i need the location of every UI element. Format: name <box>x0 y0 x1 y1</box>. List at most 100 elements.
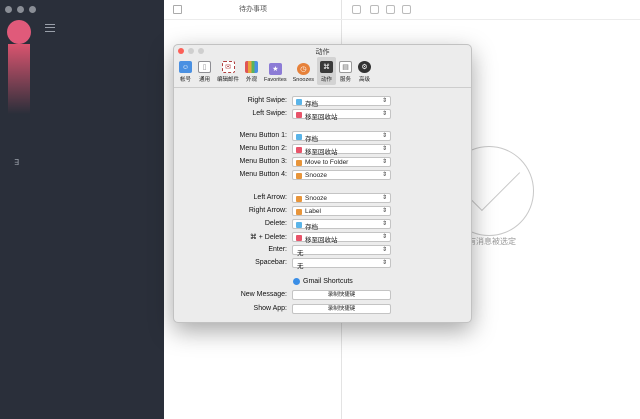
row-label: Right Arrow: <box>248 207 287 214</box>
record-shortcut-button[interactable]: 录制快捷键 <box>292 304 391 314</box>
checkbox-checked-icon[interactable] <box>293 278 300 285</box>
chevron-updown-icon: ⇕ <box>381 111 387 117</box>
services-icon: ▤ <box>339 61 353 73</box>
menu-button-2-select[interactable]: 移至回收站 ⇕ <box>292 144 391 156</box>
select-value: 移至回收站 <box>305 237 338 244</box>
new-message-shortcut-row: New Message: 录制快捷键 <box>174 290 471 302</box>
select-value: 移至回收站 <box>305 114 338 121</box>
account-icon: ☺ <box>179 61 192 73</box>
menu-button-1-select[interactable]: 存档 ⇕ <box>292 131 391 143</box>
right-arrow-row: Right Arrow: Label ⇕ <box>174 206 471 218</box>
left-swipe-row: Left Swipe: 移至回收站 ⇕ <box>174 109 471 121</box>
tab-services[interactable]: ▤ 服务 <box>336 57 355 85</box>
right-swipe-row: Right Swipe: 存档 ⇕ <box>174 96 471 108</box>
menu-button-4-row: Menu Button 4: Snooze ⇕ <box>174 170 471 182</box>
detail-toolbar <box>342 0 640 20</box>
tab-label: 高级 <box>359 77 371 83</box>
chevron-updown-icon: ⇕ <box>381 247 387 253</box>
tab-label: 帐号 <box>179 77 191 83</box>
avatar-glow <box>8 44 30 114</box>
archive-icon <box>296 221 302 228</box>
cmd-delete-row: ⌘ + Delete: 移至回收站 ⇕ <box>174 232 471 244</box>
gmail-shortcuts-checkbox[interactable]: Gmail Shortcuts <box>292 277 412 287</box>
archive-icon <box>296 133 302 140</box>
trash-icon <box>296 111 302 118</box>
minimize-window-button[interactable] <box>17 6 24 13</box>
tab-label: 外观 <box>246 77 258 83</box>
tab-label: Favorites <box>264 77 287 83</box>
trash-icon <box>296 234 302 241</box>
tab-label: Snoozes <box>292 77 315 83</box>
select-value: Move to Folder <box>305 159 349 166</box>
hamburger-menu-icon[interactable] <box>45 24 55 32</box>
tab-general[interactable]: ▯ 通用 <box>195 57 214 85</box>
archive-icon[interactable] <box>352 5 361 14</box>
enter-select[interactable]: 无 ⇕ <box>292 245 391 257</box>
checkbox-label: Gmail Shortcuts <box>303 278 353 285</box>
tab-favorites[interactable]: ★ Favorites <box>261 57 290 85</box>
left-arrow-row: Left Arrow: Snooze ⇕ <box>174 193 471 205</box>
tab-advanced[interactable]: ⚙ 高级 <box>355 57 374 85</box>
row-label: Spacebar: <box>255 259 287 266</box>
chevron-updown-icon: ⇕ <box>381 172 387 178</box>
clock-icon[interactable] <box>386 5 395 14</box>
tab-account[interactable]: ☺ 帐号 <box>176 57 195 85</box>
tab-compose[interactable]: ✉ 编辑邮件 <box>214 57 242 85</box>
pencils-icon <box>245 61 259 73</box>
tab-snoozes[interactable]: ◷ Snoozes <box>290 57 317 85</box>
right-swipe-select[interactable]: 存档 ⇕ <box>292 96 391 108</box>
row-label: Show App: <box>253 305 287 312</box>
record-shortcut-button[interactable]: 录制快捷键 <box>292 290 391 300</box>
left-arrow-select[interactable]: Snooze ⇕ <box>292 193 391 203</box>
select-value: 移至回收站 <box>305 149 338 156</box>
chevron-updown-icon: ⇕ <box>381 133 387 139</box>
row-label: Left Arrow: <box>253 194 287 201</box>
tabs-divider <box>174 87 471 88</box>
dialog-title: 动作 <box>315 49 330 56</box>
window-controls <box>5 6 36 13</box>
snooze-icon <box>296 172 302 179</box>
tab-label: 通用 <box>198 77 210 83</box>
avatar[interactable] <box>7 20 31 44</box>
row-label: New Message: <box>240 291 287 298</box>
tab-appearance[interactable]: 外观 <box>242 57 261 85</box>
command-icon: ⌘ <box>320 61 334 73</box>
chevron-updown-icon: ⇕ <box>381 146 387 152</box>
tab-actions[interactable]: ⌘ 动作 <box>317 57 337 85</box>
snooze-icon <box>296 195 302 202</box>
left-swipe-select[interactable]: 移至回收站 ⇕ <box>292 109 391 121</box>
spacebar-row: Spacebar: 无 ⇕ <box>174 258 471 270</box>
preferences-dialog: 动作 ☺ 帐号 ▯ 通用 ✉ 编辑邮件 外观 ★ Favorites ◷ Sno… <box>173 44 472 323</box>
spacebar-select[interactable]: 无 ⇕ <box>292 258 391 270</box>
select-value: 无 <box>297 263 304 270</box>
delete-select[interactable]: 存档 ⇕ <box>292 219 391 231</box>
zoom-window-button[interactable] <box>29 6 36 13</box>
close-window-button[interactable] <box>5 6 12 13</box>
select-value: 存档 <box>305 136 318 143</box>
cmd-delete-select[interactable]: 移至回收站 ⇕ <box>292 232 391 244</box>
chevron-updown-icon: ⇕ <box>381 208 387 214</box>
dialog-titlebar[interactable]: 动作 <box>174 45 471 57</box>
clock-icon: ◷ <box>296 63 310 75</box>
delete-row: Delete: 存档 ⇕ <box>174 219 471 231</box>
row-label: Delete: <box>264 220 287 227</box>
right-arrow-select[interactable]: Label ⇕ <box>292 206 391 216</box>
snooze-icon[interactable] <box>402 5 411 14</box>
chevron-updown-icon: ⇕ <box>381 221 387 227</box>
label-icon <box>296 208 302 215</box>
menu-button-2-row: Menu Button 2: 移至回收站 ⇕ <box>174 144 471 156</box>
trash-icon[interactable] <box>370 5 379 14</box>
chevron-updown-icon: ⇕ <box>381 159 387 165</box>
archive-icon <box>296 98 302 105</box>
chevron-updown-icon: ⇕ <box>381 195 387 201</box>
menu-button-3-select[interactable]: Move to Folder ⇕ <box>292 157 391 167</box>
menu-button-4-select[interactable]: Snooze ⇕ <box>292 170 391 180</box>
enter-row: Enter: 无 ⇕ <box>174 245 471 257</box>
compose-icon[interactable] <box>173 5 182 14</box>
row-label: Left Swipe: <box>252 110 287 117</box>
folder-star-icon: ★ <box>268 63 282 75</box>
chevron-updown-icon: ⇕ <box>381 260 387 266</box>
row-label: ⌘ + Delete: <box>249 234 287 241</box>
trash-icon <box>296 146 302 153</box>
chevron-updown-icon: ⇕ <box>381 98 387 104</box>
